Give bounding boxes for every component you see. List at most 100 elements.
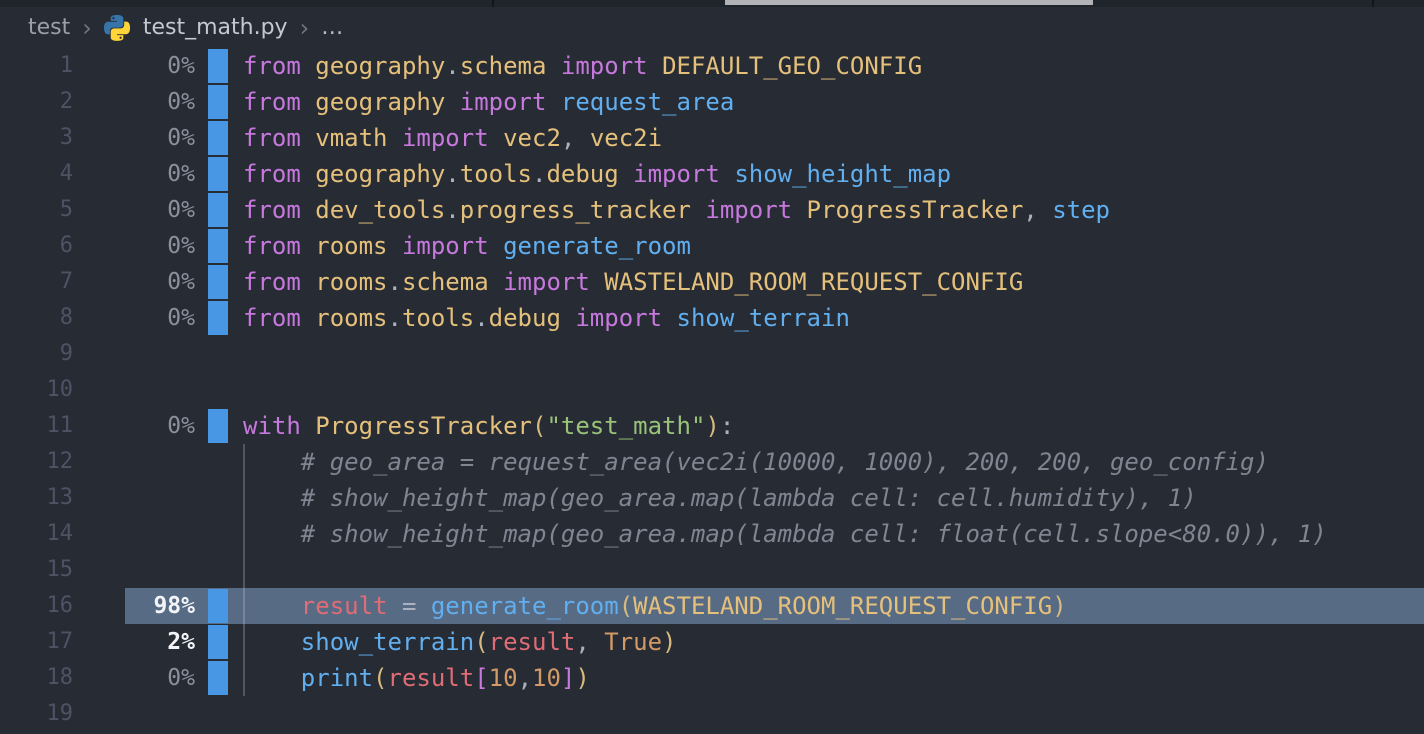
line-number[interactable]: 9 <box>0 336 73 372</box>
code-line[interactable]: 1698% result = generate_room(WASTELAND_R… <box>0 588 1424 624</box>
breadcrumb-file[interactable]: test_math.py <box>143 15 288 40</box>
code-text[interactable]: from dev_tools.progress_tracker import P… <box>228 192 1110 228</box>
code-text[interactable] <box>228 336 243 372</box>
code-token: vec2 <box>503 124 561 152</box>
line-number[interactable]: 11 <box>0 408 73 444</box>
code-line[interactable]: 15 <box>0 552 1424 588</box>
code-token: with <box>243 412 315 440</box>
line-number[interactable]: 13 <box>0 480 73 516</box>
code-line[interactable]: 9 <box>0 336 1424 372</box>
code-line[interactable]: 30%from vmath import vec2, vec2i <box>0 120 1424 156</box>
code-text[interactable]: # show_height_map(geo_area.map(lambda ce… <box>228 516 1327 552</box>
code-line[interactable]: 172% show_terrain(result, True) <box>0 624 1424 660</box>
coverage-marker <box>208 229 228 263</box>
code-token <box>489 232 503 260</box>
code-line[interactable]: 10%from geography.schema import DEFAULT_… <box>0 48 1424 84</box>
line-number[interactable]: 3 <box>0 120 73 156</box>
coverage-marker-slot <box>208 120 228 156</box>
line-number[interactable]: 2 <box>0 84 73 120</box>
code-text[interactable]: from rooms import generate_room <box>228 228 691 264</box>
coverage-marker <box>208 589 228 623</box>
profile-percent <box>73 480 195 516</box>
code-line[interactable]: 110%with ProgressTracker("test_math"): <box>0 408 1424 444</box>
line-number[interactable]: 16 <box>0 588 73 624</box>
code-line[interactable]: 50%from dev_tools.progress_tracker impor… <box>0 192 1424 228</box>
code-line[interactable]: 180% print(result[10,10]) <box>0 660 1424 696</box>
line-number[interactable]: 7 <box>0 264 73 300</box>
code-line[interactable]: 70%from rooms.schema import WASTELAND_RO… <box>0 264 1424 300</box>
code-token: from <box>243 160 315 188</box>
code-token <box>662 304 676 332</box>
coverage-marker <box>208 661 228 695</box>
coverage-marker-slot <box>208 228 228 264</box>
code-text[interactable]: from vmath import vec2, vec2i <box>228 120 662 156</box>
editor: 1 0% from geography.schema import DEFAULT_… <box>0 48 1424 734</box>
code-token: result <box>489 628 576 656</box>
profile-percent: 2% <box>73 624 195 660</box>
line-number[interactable]: 6 <box>0 228 73 264</box>
line-number[interactable]: 5 <box>0 192 73 228</box>
tab-scrollbar[interactable] <box>725 0 1093 5</box>
code-text[interactable]: show_terrain(result, True) <box>228 624 677 660</box>
line-number[interactable]: 19 <box>0 696 73 732</box>
code-line[interactable]: 40%from geography.tools.debug import sho… <box>0 156 1424 192</box>
code-token: import <box>575 304 662 332</box>
code-line[interactable]: 60%from rooms import generate_room <box>0 228 1424 264</box>
code-line[interactable]: 13 # show_height_map(geo_area.map(lambda… <box>0 480 1424 516</box>
code-text[interactable]: from geography.tools.debug import show_h… <box>228 156 951 192</box>
code-token: geography <box>315 88 445 116</box>
code-line[interactable]: 14 # show_height_map(geo_area.map(lambda… <box>0 516 1424 552</box>
code-token: from <box>243 124 315 152</box>
code-text[interactable]: print(result[10,10]) <box>228 660 590 696</box>
line-number[interactable]: 12 <box>0 444 73 480</box>
code-text[interactable]: with ProgressTracker("test_math"): <box>228 408 734 444</box>
code-token: , <box>518 664 532 692</box>
line-number[interactable]: 1 <box>0 48 73 84</box>
line-number[interactable]: 18 <box>0 660 73 696</box>
code-line[interactable]: 80%from rooms.tools.debug import show_te… <box>0 300 1424 336</box>
code-text[interactable]: # geo_area = request_area(vec2i(10000, 1… <box>228 444 1269 480</box>
code-token: rooms <box>315 232 387 260</box>
code-token: step <box>1052 196 1110 224</box>
code-line[interactable]: 20%from geography import request_area <box>0 84 1424 120</box>
code-token: dev_tools <box>315 196 445 224</box>
code-token <box>720 160 734 188</box>
code-text[interactable]: from geography import request_area <box>228 84 734 120</box>
code-token <box>489 268 503 296</box>
code-token: schema <box>402 268 489 296</box>
breadcrumb-folder[interactable]: test <box>28 15 70 40</box>
code-line[interactable]: 10 <box>0 372 1424 408</box>
line-number[interactable]: 10 <box>0 372 73 408</box>
code-line[interactable]: 12 # geo_area = request_area(vec2i(10000… <box>0 444 1424 480</box>
profile-percent: 0% <box>73 156 195 192</box>
code-text[interactable]: # show_height_map(geo_area.map(lambda ce… <box>228 480 1197 516</box>
code-text[interactable]: from geography.schema import DEFAULT_GEO… <box>228 48 922 84</box>
coverage-marker-slot <box>208 300 228 336</box>
code-token: ) <box>1052 592 1066 620</box>
profile-percent: 98% <box>73 588 195 624</box>
code-text[interactable] <box>228 552 243 588</box>
line-number[interactable]: 15 <box>0 552 73 588</box>
python-icon <box>104 15 130 41</box>
code-text[interactable] <box>228 372 243 408</box>
code-token: debug <box>546 160 618 188</box>
code-token: from <box>243 52 315 80</box>
coverage-marker-slot <box>208 192 228 228</box>
line-number[interactable]: 17 <box>0 624 73 660</box>
line-number[interactable]: 4 <box>0 156 73 192</box>
code-line[interactable]: 19 <box>0 696 1424 732</box>
code-text[interactable]: from rooms.schema import WASTELAND_ROOM_… <box>228 264 1023 300</box>
code-token: . <box>445 196 459 224</box>
tab-divider <box>1372 0 1374 7</box>
code-text[interactable]: result = generate_room(WASTELAND_ROOM_RE… <box>228 588 1067 624</box>
code-token <box>243 628 301 656</box>
code-token <box>648 52 662 80</box>
code-token: . <box>445 160 459 188</box>
breadcrumb-symbol[interactable]: … <box>321 15 344 40</box>
code-text[interactable]: from rooms.tools.debug import show_terra… <box>228 300 850 336</box>
code-token: rooms <box>315 268 387 296</box>
code-text[interactable] <box>228 696 243 732</box>
code-token: show_terrain <box>301 628 474 656</box>
line-number[interactable]: 8 <box>0 300 73 336</box>
line-number[interactable]: 14 <box>0 516 73 552</box>
